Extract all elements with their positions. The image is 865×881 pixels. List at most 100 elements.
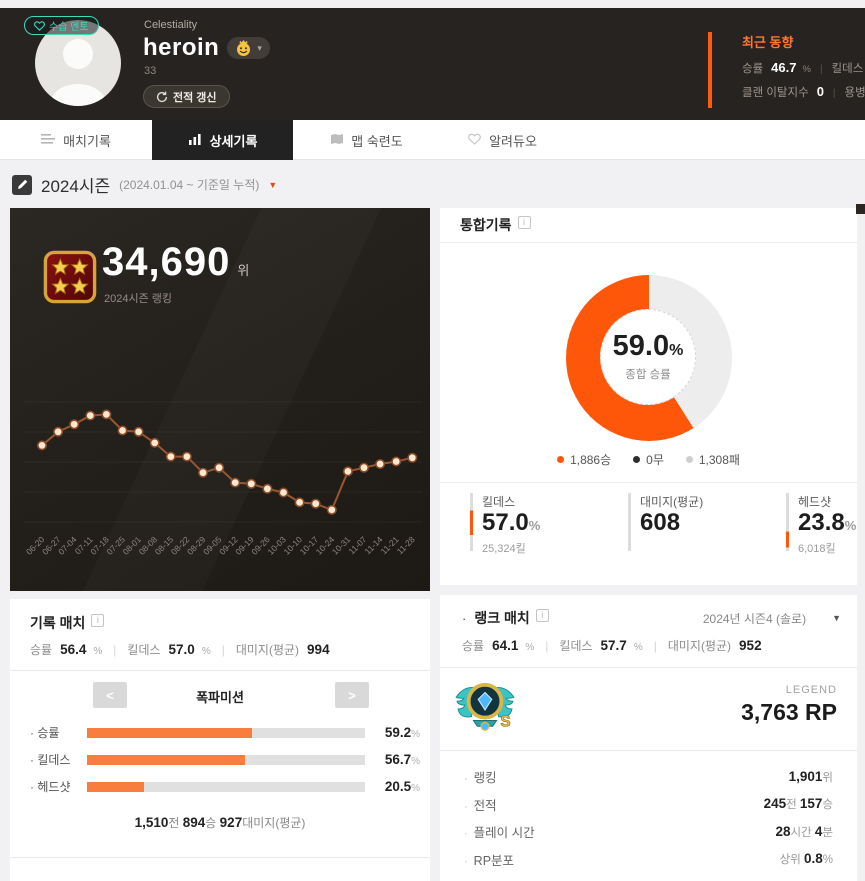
- detail-row: · 전적 245전 157승: [440, 791, 857, 819]
- donut-center: 59.0% 종합 승률: [600, 309, 696, 405]
- stat-label: 대미지(평균): [640, 495, 703, 509]
- stat-value: 0: [817, 84, 824, 99]
- stat-content: 대미지(평균)608: [640, 493, 703, 556]
- bullet: ·: [464, 828, 468, 840]
- season-caret-icon: ▼: [268, 180, 277, 190]
- info-icon[interactable]: [536, 609, 549, 622]
- mentor-badge[interactable]: 수습 멘토: [24, 16, 99, 35]
- tab-알려듀오[interactable]: 알려듀오: [440, 120, 565, 160]
- legend-dot-icon: [633, 456, 640, 463]
- emoji-selector[interactable]: ▾: [227, 37, 270, 59]
- tab-맵 숙련도[interactable]: 맵 숙련도: [293, 120, 440, 160]
- next-mode-button[interactable]: >: [335, 682, 369, 708]
- tier-name: LEGEND: [741, 684, 837, 696]
- detail-row: ·랭킹1,901위: [440, 763, 857, 791]
- overall-stat: 대미지(평균)608: [628, 493, 786, 556]
- detail-label-text: 전적: [474, 799, 497, 813]
- value-part: 분: [822, 827, 833, 839]
- stat-number: 23.8: [798, 509, 845, 536]
- stat-unit: %: [202, 646, 211, 657]
- detail-value: 상위 0.8%: [780, 851, 833, 867]
- overall-stat: 헤드샷23.8%6,018킬: [786, 493, 856, 556]
- bullet: ·: [464, 856, 468, 868]
- winrate-percent: 59.0%: [613, 332, 684, 361]
- stat-unit: %: [529, 518, 541, 533]
- detail-label-text: RP분포: [474, 854, 514, 868]
- detail-label: · RP분포: [464, 850, 514, 869]
- tab-매치기록[interactable]: 매치기록: [0, 120, 152, 160]
- separator: |: [820, 64, 823, 75]
- stat-value: 23.8%: [798, 511, 856, 535]
- separator: |: [113, 643, 116, 657]
- ranked-season-label: 2024년 시즌4 (솔로): [703, 610, 806, 627]
- legend-label: 0무: [646, 451, 664, 468]
- separator: |: [545, 639, 548, 653]
- record-match-header: 기록 매치: [10, 599, 430, 633]
- bullet: ·: [464, 801, 468, 813]
- player-level: 33: [144, 65, 156, 77]
- tab-상세기록[interactable]: 상세기록: [152, 120, 293, 160]
- bar-number: 59.2: [385, 725, 411, 740]
- season-range: (2024.01.04 ~ 기준일 누적): [119, 176, 259, 193]
- season-selector[interactable]: 2024시즌 (2024.01.04 ~ 기준일 누적) ▼: [12, 172, 277, 197]
- season-rank-caption: 2024시즌 랭킹: [104, 290, 172, 306]
- stat-content: 킬데스57.0%25,324킬: [482, 493, 540, 556]
- value-part: %: [823, 854, 833, 866]
- detail-value: 28시간 4분: [776, 824, 834, 840]
- tab-label: 알려듀오: [489, 131, 537, 150]
- bar-unit: %: [411, 756, 420, 767]
- stat-content: 헤드샷23.8%6,018킬: [798, 493, 856, 556]
- heart-hands-icon: [34, 21, 45, 31]
- chevron-down-icon: ▾: [257, 43, 262, 54]
- stat-label: 대미지(평균): [668, 637, 731, 654]
- stat-accent-bar: [786, 493, 789, 551]
- donut-legend: 1,886승 0무 1,308패: [440, 451, 857, 468]
- stat-sub: 25,324킬: [482, 540, 540, 556]
- player-name-row: heroin ▾: [143, 34, 270, 62]
- bar-value: 59.2%: [365, 725, 420, 740]
- mode-carousel: < 폭파미션 >: [10, 671, 430, 717]
- stat-unit: %: [845, 518, 857, 533]
- overall-record-header: 통합기록: [440, 208, 857, 243]
- stat-label: 헤드샷: [798, 495, 831, 509]
- bar-label: · 승률: [30, 724, 87, 741]
- detail-value: 1,901위: [789, 769, 833, 785]
- clan-name[interactable]: Celestiality: [144, 19, 197, 31]
- player-name: heroin: [143, 34, 219, 62]
- info-icon[interactable]: [518, 216, 531, 229]
- detail-label-text: 플레이 시간: [474, 826, 535, 840]
- detail-label-text: 랭킹: [474, 771, 497, 785]
- legend-dot-icon: [686, 456, 693, 463]
- tier-info: LEGEND 3,763 RP: [741, 684, 837, 726]
- profile-header: 수습 멘토 Celestiality heroin ▾ 33 전적 갱신 최근 …: [0, 8, 865, 120]
- refresh-button[interactable]: 전적 갱신: [143, 85, 230, 108]
- stat-label: 킬데스: [127, 641, 160, 658]
- legend-tier-emblem-icon: S: [454, 680, 516, 739]
- detail-value: 245전 157승: [764, 796, 833, 812]
- bar-label: · 킬데스: [30, 751, 87, 768]
- chart-icon: [188, 133, 202, 148]
- ranked-season-select[interactable]: 2024년 시즌4 (솔로) ▼: [703, 610, 841, 627]
- legend-label: 1,308패: [699, 451, 740, 468]
- legend-dot-icon: [557, 456, 564, 463]
- overall-record-panel: 통합기록 59.0% 종합 승률 1,886승0무1,308패 킬데스57.0%…: [440, 208, 857, 585]
- stat-sub: 6,018킬: [798, 540, 856, 556]
- rank-trend-chart: 06-2006-2707-0407-1107-1807-2508-0108-08…: [10, 380, 430, 585]
- winrate-caption: 종합 승률: [625, 366, 671, 382]
- bar-fill: [87, 782, 144, 792]
- refresh-icon: [156, 91, 168, 103]
- value-part: 승: [822, 799, 833, 811]
- stat-label: 승률: [742, 60, 763, 76]
- chevron-down-icon: ▼: [832, 613, 841, 623]
- stat-value: 994: [307, 642, 330, 657]
- value-part: 전: [786, 799, 800, 811]
- stat-label: 승률: [462, 637, 484, 654]
- recent-trends-row: 클랜 이탈지수0|용병 이탈: [742, 84, 865, 100]
- overall-stats-row: 킬데스57.0%25,324킬대미지(평균)608헤드샷23.8%6,018킬: [440, 482, 857, 556]
- legend-item: 1,886승: [557, 451, 611, 468]
- value-part: 927: [220, 815, 243, 830]
- stat-accent-bar: [628, 493, 631, 551]
- info-icon[interactable]: [91, 614, 104, 627]
- season-rank-unit: 위: [237, 260, 249, 279]
- bar-value: 56.7%: [365, 752, 420, 767]
